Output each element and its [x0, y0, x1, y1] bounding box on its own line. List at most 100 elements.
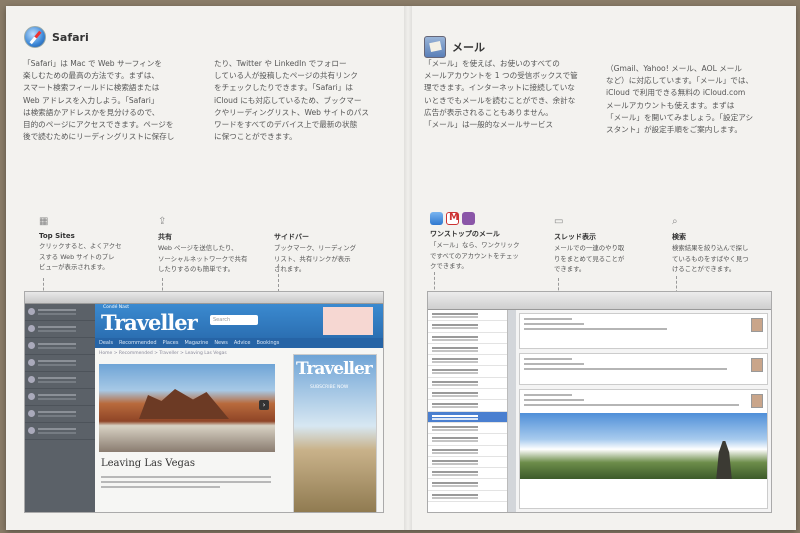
list-item	[428, 446, 507, 457]
feature-description: Web ページを送信したり、 ソーシャルネットワークで共有 したりするのも簡単で…	[158, 243, 273, 275]
conversation-icon: ▭	[554, 216, 564, 227]
feature-one-stop-mail: ワンストップのメール 「メール」なら、ワンクリック ですべてのアカウントをチェッ…	[430, 212, 550, 272]
text-line: メールでの一連のやり取	[554, 244, 625, 252]
attached-photo	[520, 413, 767, 479]
text-line: Web アドレスを入力しよう。「Safari」	[23, 95, 159, 105]
list-item	[428, 491, 507, 503]
text-line: Web ページを送信したり、	[158, 244, 238, 252]
sidebar-row	[25, 372, 95, 389]
list-item	[428, 457, 507, 469]
sidebar-row	[25, 321, 95, 338]
safari-compass-icon	[24, 26, 46, 48]
text-line: している人が投稿したページの共有リンク	[214, 71, 358, 81]
list-item	[428, 355, 507, 367]
nav-item: Recommended	[118, 340, 157, 346]
text-line: されます。	[274, 265, 306, 273]
text-line: りをまとめて見ることが	[554, 254, 625, 263]
list-item	[428, 366, 507, 378]
text-line: クできます。	[430, 262, 468, 270]
list-item	[428, 344, 507, 356]
nav-item: Places	[162, 340, 179, 346]
text-line: スする Web サイトのプレ	[39, 252, 115, 261]
feature-description: メールでの一連のやり取 りをまとめて見ることが できます。	[554, 243, 664, 275]
chevron-right-icon: ›	[259, 400, 269, 410]
nav-item: Advice	[233, 340, 251, 346]
text-line: クリックすると、よくアクセ	[39, 242, 122, 250]
message-card	[519, 389, 768, 509]
text-line: 「メール」は一般的なメールサービス	[424, 120, 554, 130]
list-item	[428, 423, 507, 435]
feature-name: 検索	[672, 233, 686, 241]
sidebar-row	[25, 338, 95, 355]
message-list	[428, 310, 508, 512]
text-line: 「Safari」は Mac で Web サーフィンを	[23, 59, 162, 68]
text-line: いときでもメールを読むことができ、余計な	[424, 95, 576, 105]
feature-description: 「メール」なら、ワンクリック ですべてのアカウントをチェッ クできます。	[430, 240, 550, 272]
text-line: ているものをすばやく見つ	[672, 254, 749, 263]
nav-item: Deals	[99, 340, 113, 346]
sidebar-row	[25, 406, 95, 423]
list-item	[428, 400, 507, 412]
feature-name: 共有	[158, 233, 172, 241]
text-line: スタント」が設定手順をご案内します。	[606, 125, 742, 135]
avatar	[751, 394, 763, 408]
text-line: ワードをすべてのデバイス上で最新の状態	[214, 120, 358, 130]
list-item	[428, 321, 507, 333]
safari-title: Safari	[52, 30, 89, 44]
nav-item: Bookings	[256, 340, 280, 346]
text-line	[101, 476, 271, 478]
mail-paragraph-1: 「メール」を使えば、お使いのすべての メールアカウントを 1 つの受信ボックスで…	[424, 58, 604, 131]
safari-paragraph-1: 「Safari」は Mac で Web サーフィンを 楽しむための最高の方法です…	[23, 58, 203, 143]
text-line: iCloud にも対応しているため、ブックマー	[214, 95, 362, 105]
text-line: 後で読むためにリーディングリストに保存し	[23, 132, 175, 142]
book-gutter	[404, 6, 412, 530]
nav-item: News	[214, 340, 228, 346]
text-line: 広告が表示されることもありません。	[424, 107, 553, 117]
list-scrollbar	[508, 310, 516, 512]
nav-item: Magazine	[184, 340, 209, 346]
site-header: Condé Nast Traveller Search	[95, 304, 383, 338]
text-line: 検索結果を絞り込んで探し	[672, 244, 749, 252]
sidebar-row	[25, 389, 95, 406]
text-line: 「メール」を使えば、お使いのすべての	[424, 59, 560, 68]
safari-paragraph-2: たり、Twitter や LinkedIn でフォロー している人が投稿したペー…	[214, 58, 399, 143]
sidebar-row	[25, 423, 95, 440]
feature-top-sites: ▦ Top Sites クリックすると、よくアクセ スする Web サイトのプレ…	[39, 216, 154, 273]
safari-header: Safari	[24, 26, 89, 48]
site-logo: Traveller	[101, 310, 198, 335]
sidebar-row	[25, 304, 95, 321]
avatar	[751, 358, 763, 372]
feature-description: 検索結果を絞り込んで探し ているものをすばやく見つ けることができます。	[672, 243, 787, 275]
list-item	[428, 479, 507, 491]
site-ad	[323, 307, 373, 335]
avatar	[751, 318, 763, 332]
text-line: iCloud で利用できる無料の iCloud.com	[606, 88, 746, 98]
feature-description: ブックマーク、リーディング リスト、共有リンクが表示 されます。	[274, 243, 384, 275]
text-line: 「メール」なら、ワンクリック	[430, 241, 520, 249]
magazine-subtitle: SUBSCRIBE NOW	[310, 385, 349, 390]
mail-header: メール	[424, 36, 485, 58]
browser-toolbar	[25, 292, 383, 304]
text-line: など）に対応しています。「メール」では、	[606, 76, 754, 86]
mail-title: メール	[452, 41, 485, 54]
text-line: できます。	[554, 265, 586, 273]
grid-icon: ▦	[39, 216, 49, 227]
feature-share: ⇪ 共有 Web ページを送信したり、 ソーシャルネットワークで共有 したりする…	[158, 216, 273, 275]
hero-photo	[99, 364, 275, 452]
text-line: たり、Twitter や LinkedIn でフォロー	[214, 59, 347, 68]
list-item	[428, 310, 507, 322]
share-icon: ⇪	[158, 216, 167, 227]
sidebar-row	[25, 355, 95, 372]
text-line: 楽しむための最高の方法です。まずは、	[23, 71, 159, 81]
text-line: けることができます。	[672, 265, 736, 273]
list-item	[428, 434, 507, 446]
text-line: 目的のページにアクセスできます。ページを	[23, 120, 174, 130]
account-logos-icon	[430, 212, 550, 225]
text-line: をチェックしたりできます。「Safari」は	[214, 83, 353, 93]
text-line	[101, 486, 220, 488]
list-item	[428, 378, 507, 390]
feature-thread-view: ▭ スレッド表示 メールでの一連のやり取 りをまとめて見ることが できます。	[554, 216, 664, 275]
feature-name: サイドバー	[274, 233, 309, 241]
list-item	[428, 389, 507, 401]
text-line: したりするのも簡単です。	[158, 265, 235, 273]
